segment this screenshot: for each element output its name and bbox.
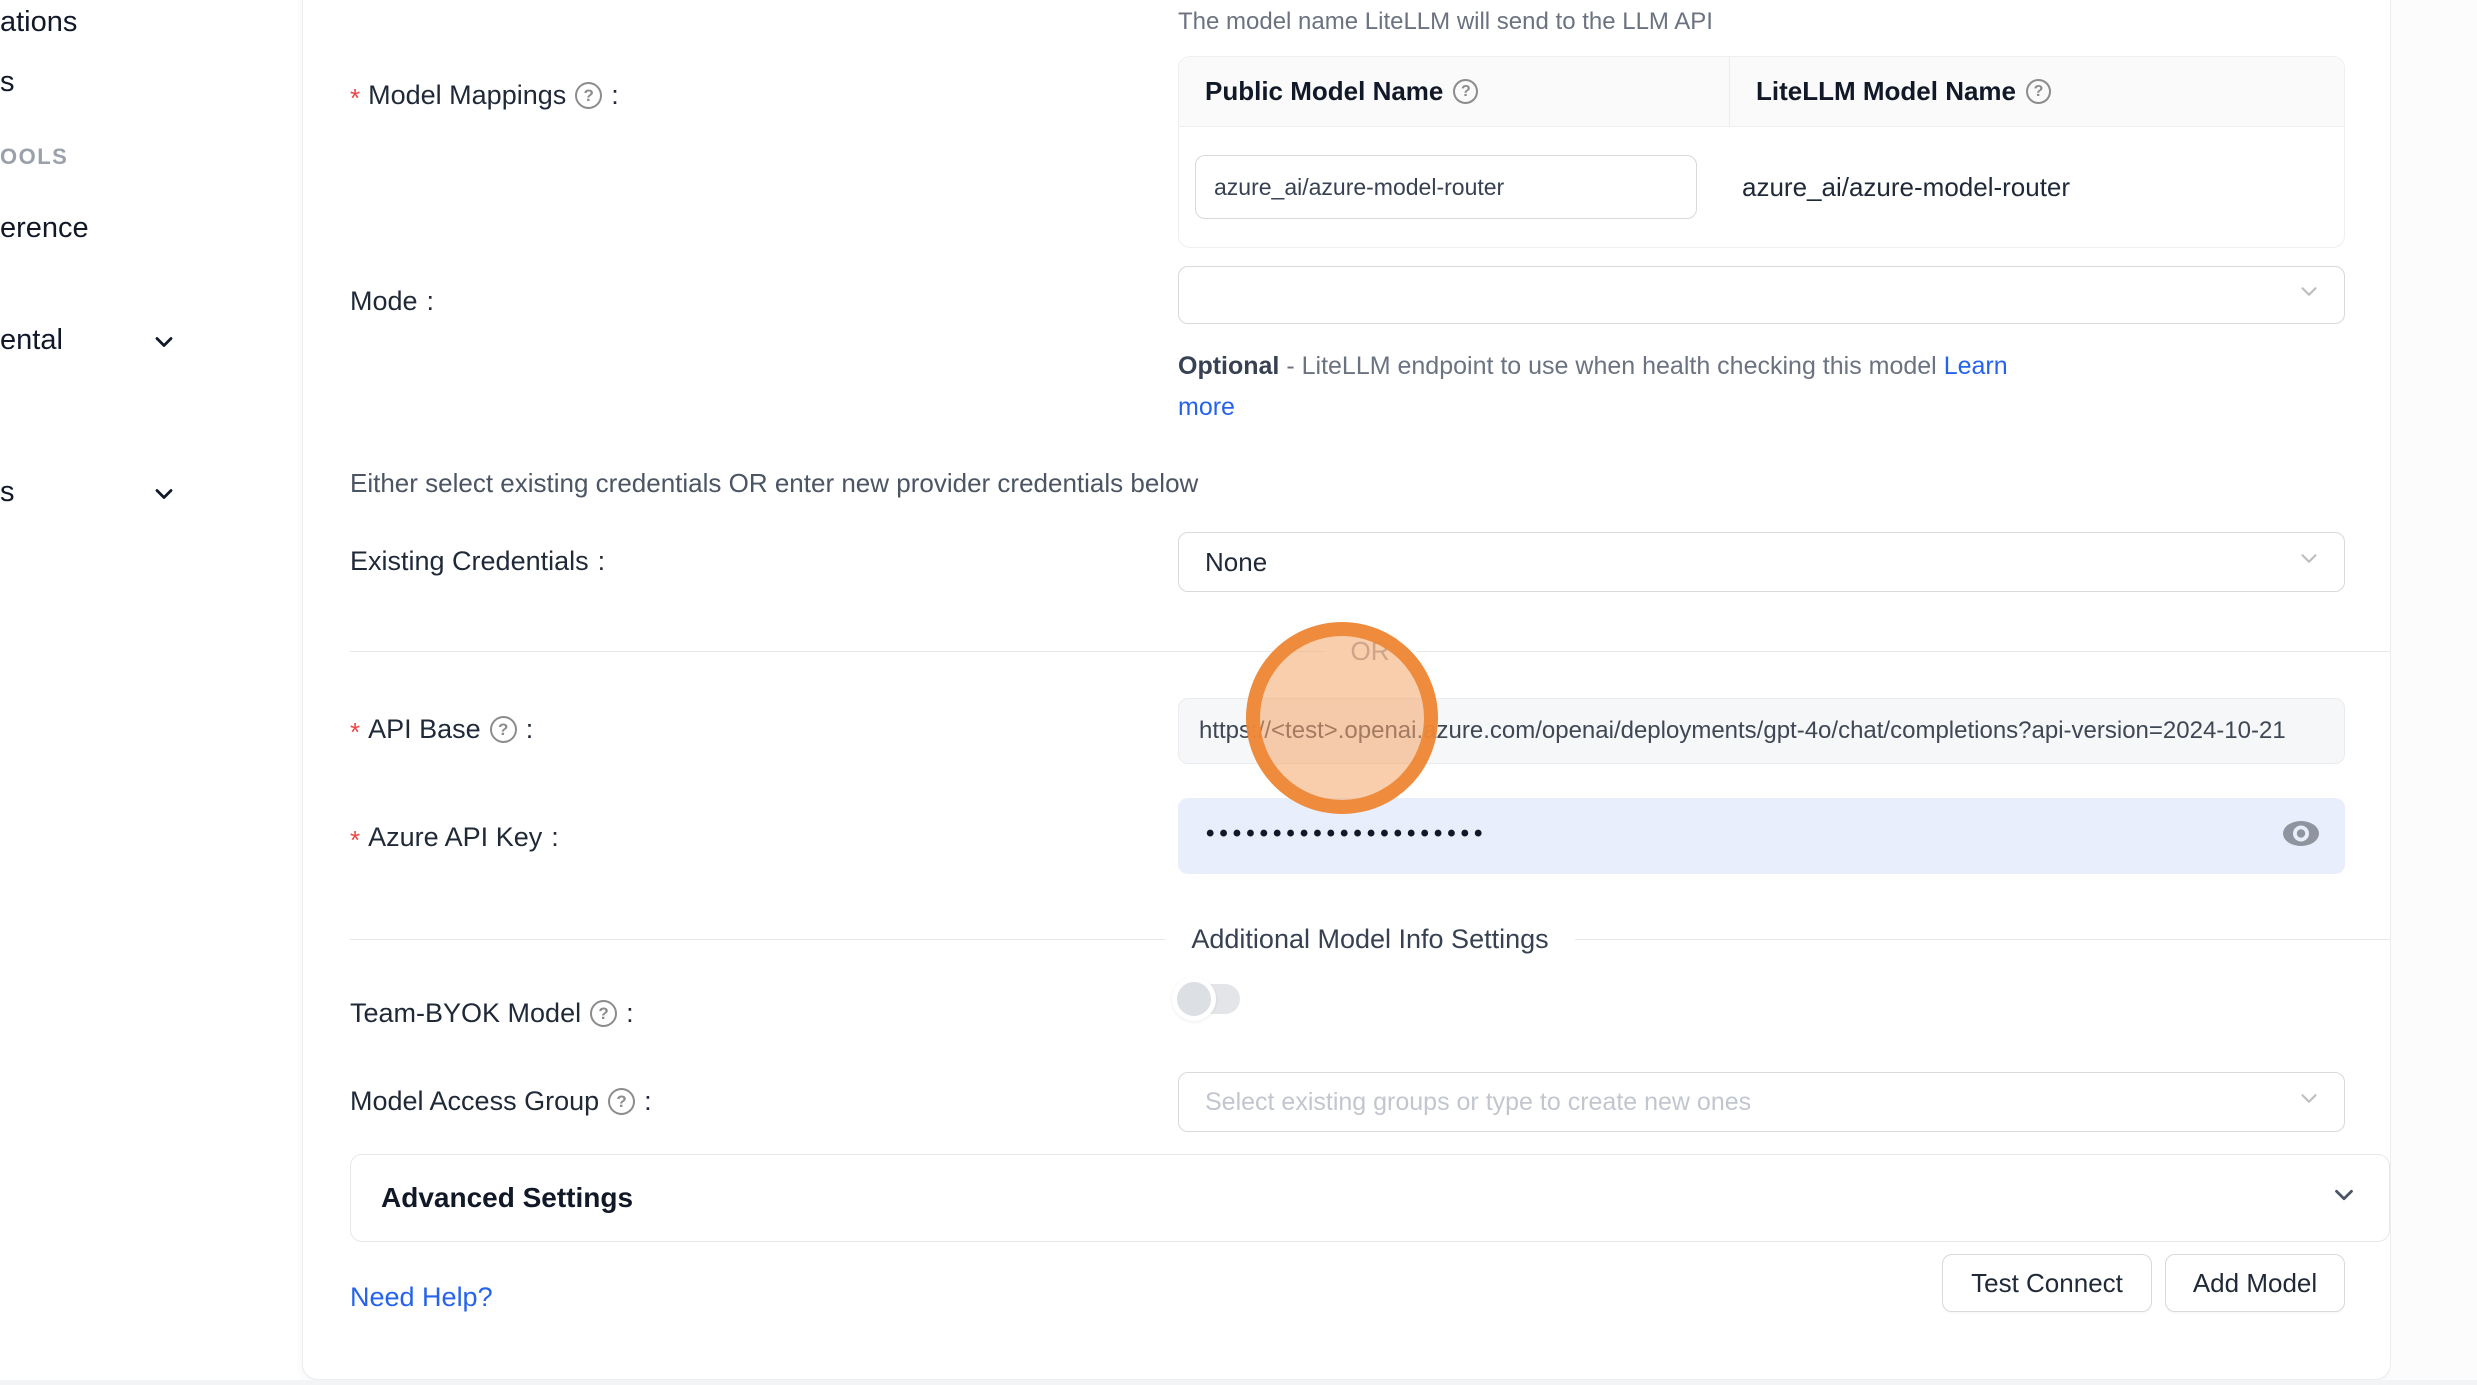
page-gutter [2391, 0, 2477, 1380]
help-question-icon[interactable]: ? [608, 1088, 635, 1115]
masked-api-key-value: ••••••••••••••••••••• [1206, 820, 1487, 848]
sidebar-item[interactable]: erence [0, 212, 89, 245]
api-base-label: * API Base ? : [350, 714, 533, 745]
chevron-down-icon [2296, 279, 2322, 312]
toggle-knob [1172, 977, 1216, 1021]
column-header-litellm-model-name: LiteLLM Model Name ? [1730, 57, 2344, 126]
sidebar-section-label: OOLS [0, 144, 68, 170]
cursor-highlight [1246, 622, 1438, 814]
additional-info-divider: Additional Model Info Settings [350, 920, 2390, 958]
model-mappings-label: * Model Mappings ? : [350, 80, 619, 111]
chevron-down-icon [2296, 546, 2322, 579]
required-mark: * [350, 825, 360, 856]
help-question-icon[interactable]: ? [2026, 79, 2051, 104]
need-help-link[interactable]: Need Help? [350, 1282, 493, 1313]
test-connect-button[interactable]: Test Connect [1942, 1254, 2152, 1312]
advanced-settings-panel[interactable]: Advanced Settings [350, 1154, 2390, 1242]
mode-label: Mode : [350, 286, 434, 317]
required-mark: * [350, 83, 360, 114]
table-header-row: Public Model Name ? LiteLLM Model Name ? [1179, 57, 2344, 127]
help-question-icon[interactable]: ? [575, 82, 602, 109]
azure-api-key-label: * Azure API Key : [350, 822, 559, 853]
model-access-group-select[interactable]: Select existing groups or type to create… [1178, 1072, 2345, 1132]
help-question-icon[interactable]: ? [490, 716, 517, 743]
help-question-icon[interactable]: ? [1453, 79, 1478, 104]
sidebar-item[interactable]: ations [0, 6, 77, 39]
sidebar-item[interactable]: s [0, 476, 15, 509]
table-row: azure_ai/azure-model-router azure_ai/azu… [1179, 127, 2344, 247]
credentials-note: Either select existing credentials OR en… [350, 468, 1198, 499]
add-model-form-page: ations s OOLS erence ental s The model n… [0, 0, 2477, 1385]
eye-icon[interactable] [2281, 819, 2321, 854]
model-mappings-table: Public Model Name ? LiteLLM Model Name ?… [1178, 56, 2345, 248]
add-model-button[interactable]: Add Model [2165, 1254, 2345, 1312]
chevron-down-icon[interactable] [150, 480, 178, 513]
sidebar-item[interactable]: s [0, 66, 15, 99]
litellm-model-name-hint: The model name LiteLLM will send to the … [1178, 8, 1713, 36]
sidebar-item[interactable]: ental [0, 324, 63, 357]
mode-select[interactable] [1178, 266, 2345, 324]
select-placeholder: Select existing groups or type to create… [1205, 1088, 1751, 1117]
help-question-icon[interactable]: ? [590, 1000, 617, 1027]
team-byok-toggle[interactable] [1178, 984, 1240, 1014]
required-mark: * [350, 717, 360, 748]
model-access-group-label: Model Access Group ? : [350, 1086, 652, 1117]
page-background [0, 1380, 2477, 1385]
column-header-public-model-name: Public Model Name ? [1179, 57, 1730, 126]
existing-credentials-label: Existing Credentials : [350, 546, 605, 577]
chevron-down-icon [2329, 1180, 2359, 1217]
litellm-model-name-value: azure_ai/azure-model-router [1742, 172, 2070, 203]
mode-help-text: Optional - LiteLLM endpoint to use when … [1178, 346, 2018, 428]
team-byok-label: Team-BYOK Model ? : [350, 998, 634, 1029]
existing-credentials-select[interactable]: None [1178, 532, 2345, 592]
chevron-down-icon[interactable] [150, 328, 178, 361]
chevron-down-icon [2296, 1086, 2322, 1119]
public-model-name-input[interactable]: azure_ai/azure-model-router [1195, 155, 1697, 219]
